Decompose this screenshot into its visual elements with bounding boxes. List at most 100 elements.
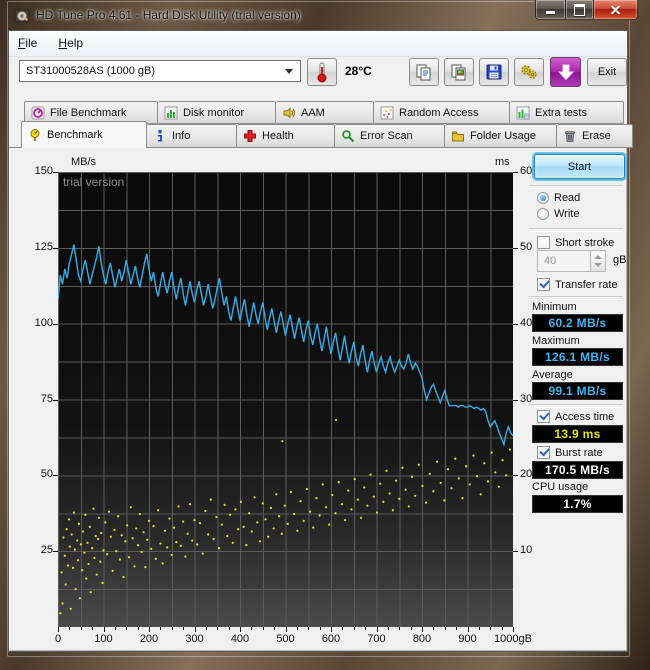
magnifier-icon (342, 130, 355, 143)
minimize-button[interactable] (535, 0, 566, 20)
tab-health[interactable]: Health (237, 124, 335, 148)
short-stroke-unit: gB (613, 254, 627, 266)
menu-file[interactable]: File (9, 31, 46, 55)
thermometer-icon (317, 62, 327, 83)
gauge-yellow-icon (30, 129, 40, 141)
short-stroke-option[interactable]: Short stroke (537, 236, 614, 249)
short-stroke-checkbox[interactable] (537, 236, 550, 249)
cpu-usage-label: CPU usage (532, 481, 589, 493)
tick-label (513, 172, 518, 173)
burst-rate-option[interactable]: Burst rate (537, 446, 603, 459)
drive-select[interactable]: ST31000528AS (1000 gB) (19, 60, 301, 82)
short-stroke-size-input[interactable]: 40 (537, 250, 591, 272)
write-radio[interactable] (537, 208, 549, 220)
write-option[interactable]: Write (537, 208, 579, 220)
save-button[interactable] (479, 58, 509, 86)
burst-rate-label: Burst rate (555, 446, 603, 459)
tab-label: Health (262, 130, 294, 142)
menu-bar: File Help (9, 31, 627, 57)
tab-disk-monitor[interactable]: Disk monitor (158, 101, 276, 124)
save-icon (486, 64, 502, 80)
temperature-button[interactable] (307, 58, 337, 86)
tick-label (228, 627, 230, 630)
tab-folder-usage[interactable]: Folder Usage (445, 124, 557, 148)
access-time-option[interactable]: Access time (537, 410, 614, 423)
exit-button[interactable]: Exit (587, 58, 627, 86)
tab-aam[interactable]: AAM (276, 101, 374, 124)
copy-image-button[interactable] (444, 58, 474, 86)
info-icon (157, 129, 162, 142)
title-bar[interactable]: HD Tune Pro 4.61 - Hard Disk Utility (tr… (0, 0, 650, 30)
tick-label: 400 (230, 633, 250, 645)
burst-rate-checkbox[interactable] (537, 446, 550, 459)
tab-label: Benchmark (47, 129, 103, 141)
read-option[interactable]: Read (537, 192, 580, 204)
tick-label (399, 627, 401, 630)
separator (529, 404, 623, 408)
tick-label: 20 (520, 468, 533, 481)
spin-up-icon[interactable] (594, 255, 602, 259)
speaker-icon (283, 106, 295, 119)
tab-erase[interactable]: Erase (557, 124, 633, 148)
average-value: 99.1 MB/s (532, 382, 623, 400)
transfer-rate-option[interactable]: Transfer rate (537, 278, 618, 291)
tick-label (513, 399, 518, 401)
exit-label: Exit (597, 66, 617, 78)
tick-label: 125 (34, 240, 53, 253)
transfer-rate-checkbox[interactable] (537, 278, 550, 291)
gears-icon (521, 65, 537, 79)
tab-random-access[interactable]: Random Access (374, 101, 510, 124)
tick-label (353, 627, 355, 630)
scatter-icon (380, 106, 394, 119)
tick-label: 50 (520, 240, 533, 253)
tick-label: 50 (40, 468, 53, 481)
tab-extra-tests[interactable]: Extra tests (510, 101, 624, 124)
tick-label (205, 627, 207, 630)
menu-help[interactable]: Help (49, 31, 92, 55)
tab-label: Error Scan (360, 130, 413, 142)
close-icon (610, 4, 621, 15)
spin-down-icon[interactable] (594, 263, 602, 267)
tick-label: 40 (520, 316, 533, 329)
access-time-checkbox[interactable] (537, 410, 550, 423)
tick-label: 900 (458, 633, 477, 645)
tab-label: File Benchmark (50, 106, 127, 119)
access-time-value: 13.9 ms (532, 425, 623, 443)
tick-label (501, 627, 503, 630)
hd-tune-window: HD Tune Pro 4.61 - Hard Disk Utility (tr… (0, 0, 650, 670)
short-stroke-label: Short stroke (555, 236, 615, 249)
tick-label (513, 627, 514, 632)
maximum-label: Maximum (532, 335, 580, 347)
tick-label: 30 (520, 392, 533, 405)
tick-label: 200 (139, 633, 159, 645)
tick-label (513, 475, 518, 477)
download-button[interactable] (550, 57, 581, 87)
trial-version-watermark: trial version (63, 175, 125, 189)
maximum-value: 126.1 MB/s (532, 348, 623, 366)
options-button[interactable] (514, 58, 544, 86)
down-arrow-icon (557, 64, 574, 81)
tab-benchmark[interactable]: Benchmark (21, 121, 147, 148)
client-area: File Help ST31000528AS (1000 gB) 28°C Ex… (8, 30, 633, 652)
benchmark-page: trial version 150 125 100 75 50 25 60 50 40 30 20 1… (9, 147, 627, 651)
start-button[interactable]: Start (534, 154, 625, 179)
tick-label (478, 627, 480, 630)
copy-text-button[interactable] (409, 58, 439, 86)
quantity-stepper[interactable] (591, 250, 606, 272)
tick-label: 0 (54, 633, 62, 645)
tick-label (365, 627, 367, 630)
close-button[interactable] (594, 0, 638, 20)
maximize-button[interactable] (566, 0, 594, 20)
tick-label (114, 627, 116, 630)
tick-label (80, 627, 82, 630)
minimize-icon (546, 11, 555, 14)
tab-error-scan[interactable]: Error Scan (335, 124, 445, 148)
tick-label: 500 (276, 633, 295, 645)
tab-info[interactable]: Info (147, 124, 237, 148)
tick-label: 60 (520, 165, 533, 177)
tick-label (296, 627, 298, 630)
tick-label (126, 627, 128, 630)
read-radio[interactable] (537, 192, 549, 204)
tab-label: Extra tests (535, 106, 587, 119)
tick-label (92, 627, 94, 630)
